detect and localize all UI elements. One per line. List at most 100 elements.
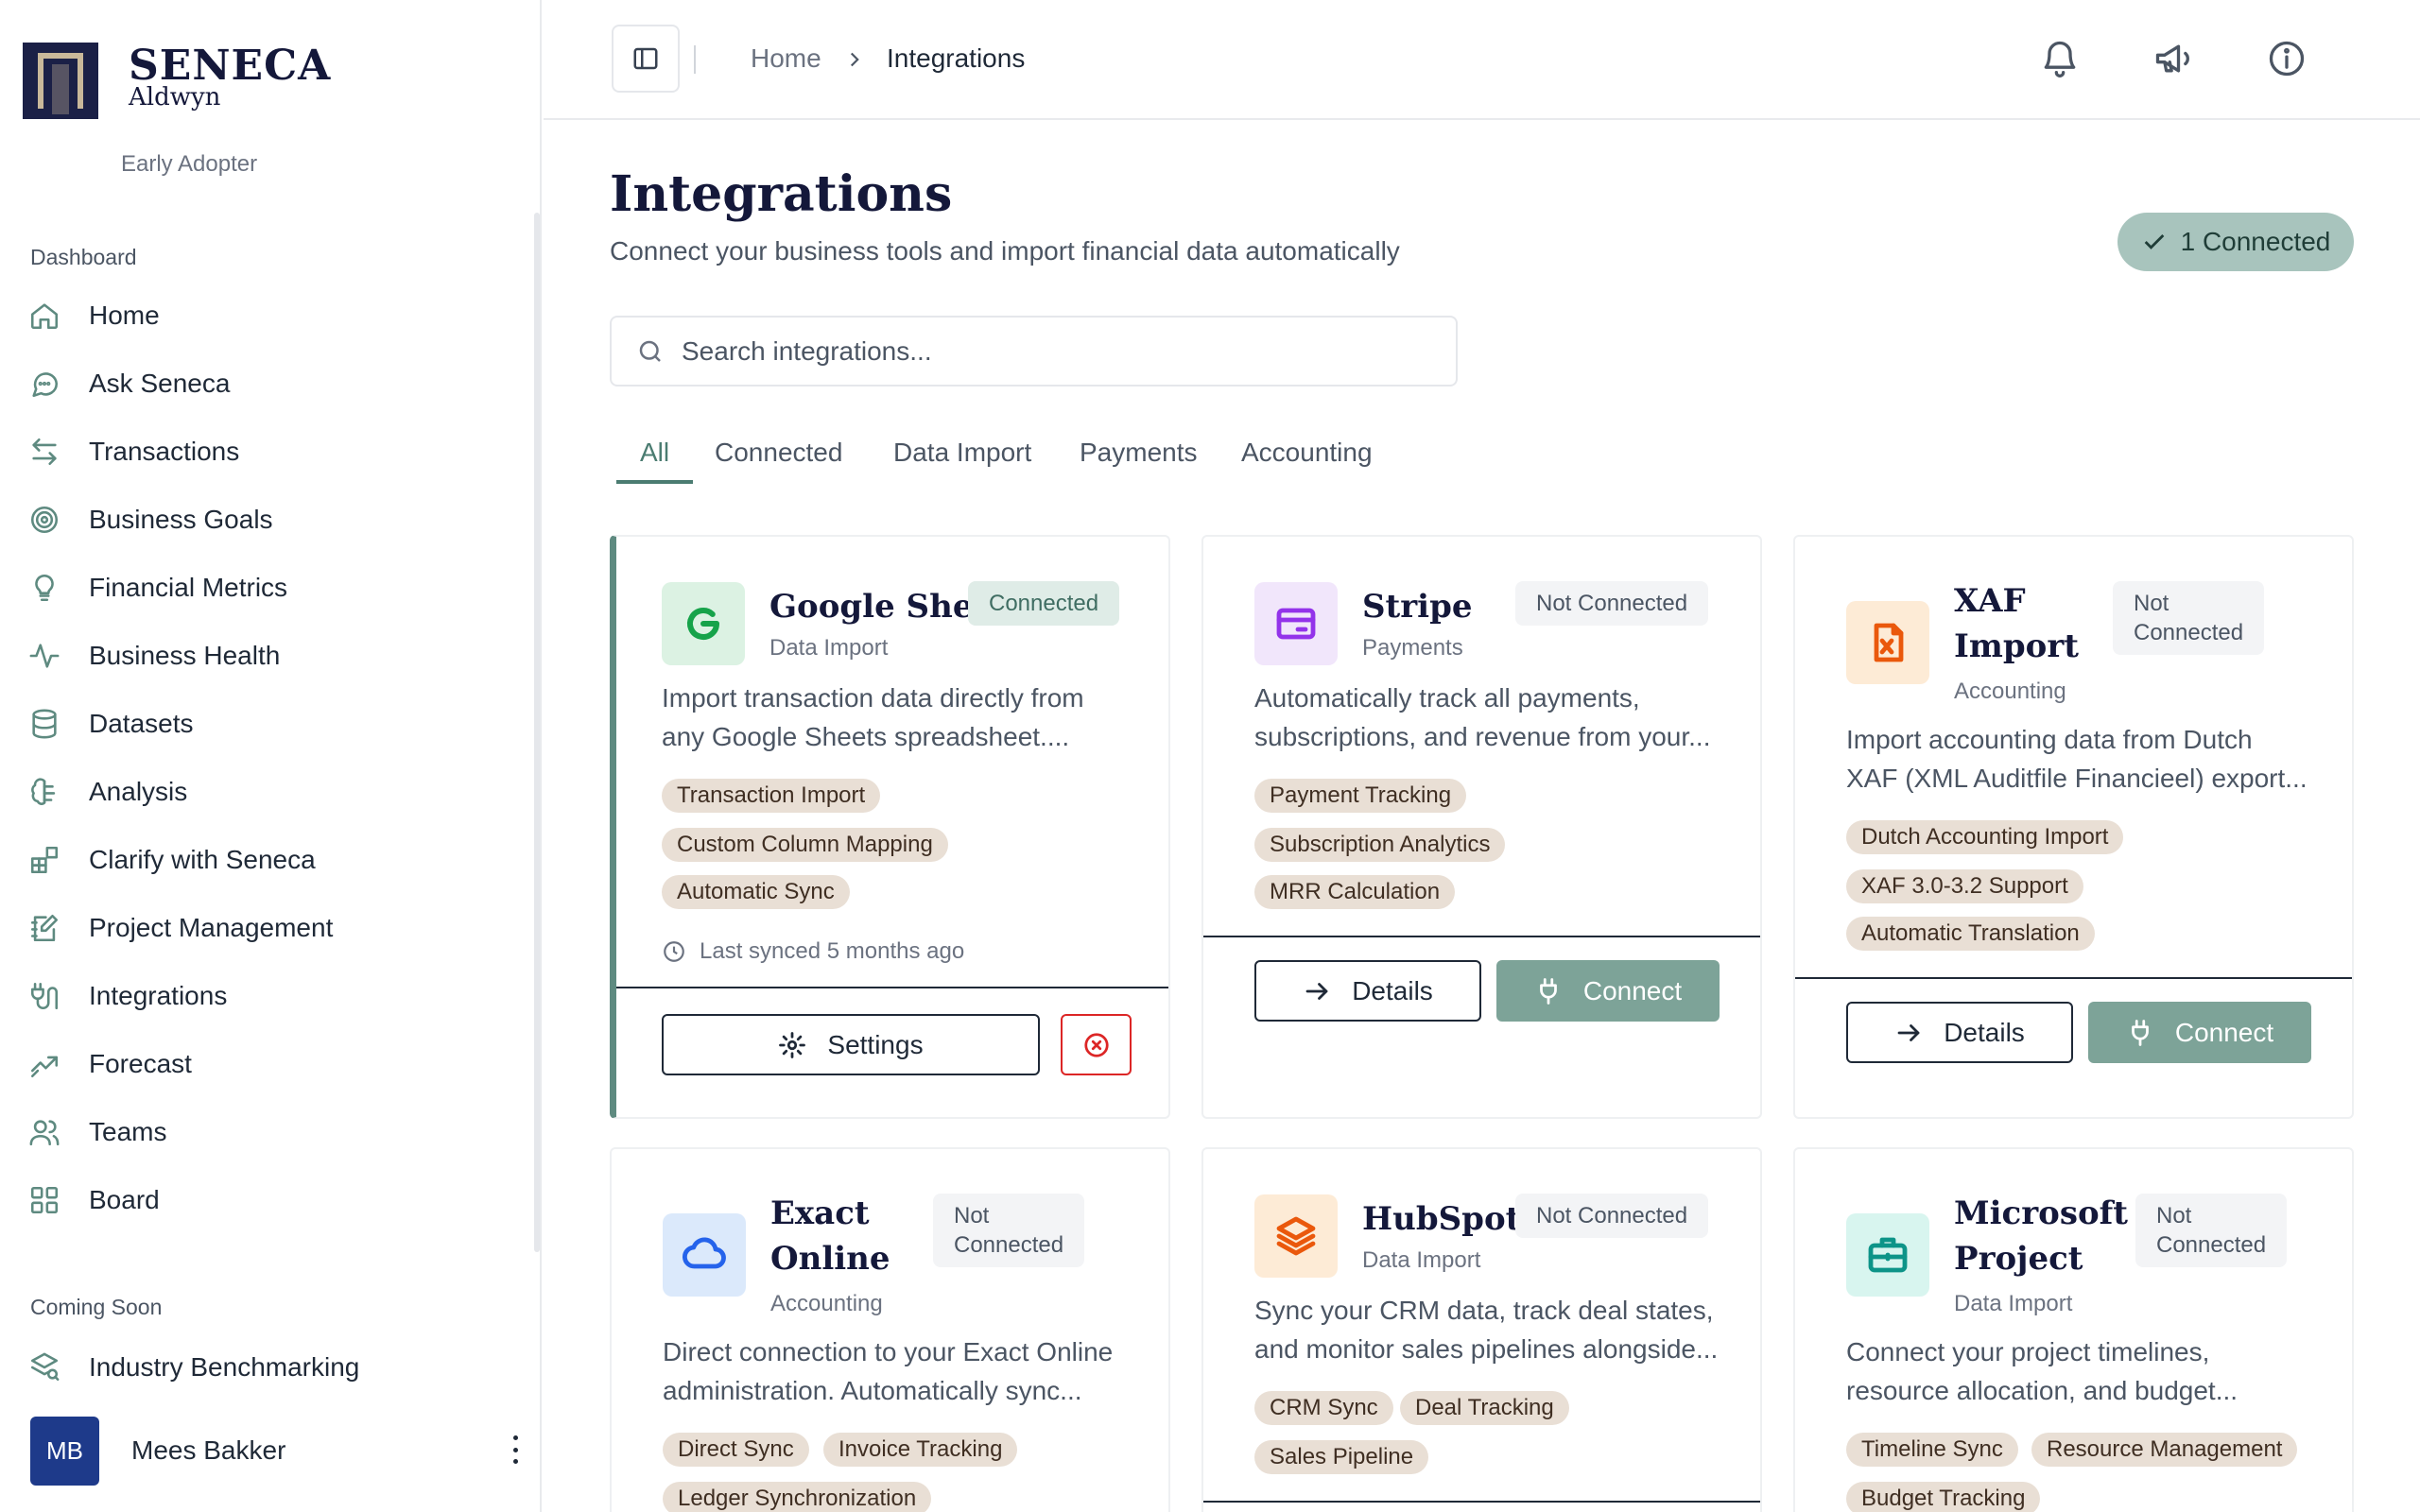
connect-button[interactable]: Connect bbox=[2088, 1002, 2311, 1063]
card-category: Data Import bbox=[1362, 1247, 1481, 1273]
card-category: Data Import bbox=[1954, 1291, 2073, 1316]
sidebar-item-transactions[interactable]: Transactions bbox=[28, 425, 501, 478]
connected-count-badge[interactable]: 1 Connected bbox=[2118, 213, 2354, 271]
last-synced: Last synced 5 months ago bbox=[662, 938, 964, 965]
card-description-line: resource allocation, and budget... bbox=[1846, 1376, 2238, 1405]
integration-card-google-sheets: Google Sheets Data Import Connected Impo… bbox=[610, 535, 1170, 1119]
credit-card-icon bbox=[1276, 608, 1316, 640]
connect-button[interactable]: Connect bbox=[1496, 960, 1720, 1022]
notifications-button[interactable] bbox=[2039, 38, 2081, 79]
feature-tag: Sales Pipeline bbox=[1254, 1440, 1429, 1474]
sidebar-item-home[interactable]: Home bbox=[28, 289, 501, 342]
more-options-icon[interactable] bbox=[509, 1435, 522, 1464]
card-divider bbox=[1203, 936, 1760, 937]
tab-connected[interactable]: Connected bbox=[715, 438, 842, 468]
feature-tag: Budget Tracking bbox=[1846, 1482, 2041, 1512]
search-input[interactable] bbox=[682, 335, 1419, 367]
sidebar-item-label: Analysis bbox=[89, 777, 188, 806]
status-badge: Connected bbox=[968, 581, 1120, 626]
card-category: Payments bbox=[1362, 635, 1463, 661]
disconnect-button[interactable] bbox=[1061, 1014, 1132, 1075]
sidebar-item-label: Transactions bbox=[89, 437, 240, 466]
stripe-logo bbox=[1254, 582, 1338, 665]
tab-payments[interactable]: Payments bbox=[1080, 438, 1198, 468]
sidebar-item-financial-metrics[interactable]: Financial Metrics bbox=[28, 561, 501, 614]
settings-label: Settings bbox=[827, 1029, 924, 1059]
users-icon bbox=[29, 1120, 60, 1146]
integration-card-microsoft-project: Microsoft Project Data Import Not Connec… bbox=[1793, 1147, 2354, 1512]
layers-icon bbox=[1276, 1216, 1316, 1256]
sidebar-item-label: Business Goals bbox=[89, 505, 273, 534]
sidebar-item-datasets[interactable]: Datasets bbox=[28, 697, 501, 750]
info-button[interactable] bbox=[2266, 38, 2308, 79]
connect-label: Connect bbox=[2174, 1017, 2274, 1047]
megaphone-icon bbox=[2155, 44, 2189, 73]
feature-tag: Subscription Analytics bbox=[1254, 828, 1506, 862]
status-badge: Not Connected bbox=[933, 1194, 1085, 1267]
details-label: Details bbox=[1944, 1017, 2025, 1047]
tab-accounting[interactable]: Accounting bbox=[1241, 438, 1373, 468]
sidebar-item-label: Project Management bbox=[89, 913, 334, 942]
sidebar-item-analysis[interactable]: Analysis bbox=[28, 765, 501, 818]
plug-icon bbox=[1539, 977, 1557, 1005]
google-g-icon bbox=[687, 608, 719, 640]
sidebar-item-integrations[interactable]: Integrations bbox=[28, 970, 501, 1022]
announcements-button[interactable] bbox=[2152, 38, 2194, 79]
card-title-line: XAF bbox=[1954, 582, 2026, 620]
card-description: Connect your project timelines, resource… bbox=[1846, 1332, 2319, 1410]
sidebar-item-clarify[interactable]: Clarify with Seneca bbox=[28, 833, 501, 886]
integration-card-exact-online: Exact Online Accounting Not Connected Di… bbox=[610, 1147, 1170, 1512]
tab-all[interactable]: All bbox=[640, 438, 669, 468]
sidebar-item-board[interactable]: Board bbox=[28, 1174, 501, 1227]
pulse-icon bbox=[29, 644, 60, 668]
search-icon bbox=[639, 340, 661, 362]
trend-icon bbox=[30, 1056, 59, 1078]
sidebar-item-industry-benchmarking[interactable]: Industry Benchmarking bbox=[28, 1341, 501, 1394]
details-button[interactable]: Details bbox=[1254, 960, 1481, 1022]
card-description-line: XAF (XML Auditfile Financieel) export... bbox=[1846, 764, 2308, 793]
sidebar-item-business-goals[interactable]: Business Goals bbox=[28, 493, 501, 546]
page-subtitle: Connect your business tools and import f… bbox=[610, 236, 1400, 266]
clock-icon bbox=[664, 941, 684, 962]
integration-card-stripe: Stripe Payments Not Connected Automatica… bbox=[1201, 535, 1762, 1119]
arrows-icon bbox=[32, 438, 57, 466]
feature-tag: XAF 3.0-3.2 Support bbox=[1846, 869, 2083, 903]
card-title: Stripe bbox=[1362, 588, 1473, 626]
sidebar-item-project-management[interactable]: Project Management bbox=[28, 902, 501, 954]
blocks-icon bbox=[30, 846, 59, 874]
brand-logo[interactable] bbox=[23, 43, 98, 119]
tab-data-import[interactable]: Data Import bbox=[893, 438, 1031, 468]
card-title: HubSpot bbox=[1362, 1200, 1521, 1238]
sidebar-item-teams[interactable]: Teams bbox=[28, 1106, 501, 1159]
sidebar-toggle-button[interactable] bbox=[612, 25, 680, 93]
sidebar-item-label: Clarify with Seneca bbox=[89, 845, 316, 874]
user-name: Mees Bakker bbox=[131, 1435, 286, 1465]
feature-tag: Ledger Synchronization bbox=[663, 1482, 932, 1512]
card-description: Sync your CRM data, track deal states, a… bbox=[1254, 1291, 1727, 1368]
status-line: Not bbox=[2134, 591, 2169, 616]
card-title-line: Online bbox=[770, 1240, 890, 1278]
sidebar-item-label: Teams bbox=[89, 1117, 167, 1146]
card-description: Import transaction data directly from an… bbox=[662, 679, 1134, 756]
card-title-line: Project bbox=[1954, 1240, 2083, 1278]
card-description-line: Import accounting data from Dutch bbox=[1846, 725, 2253, 754]
sidebar-scrollbar[interactable] bbox=[534, 213, 540, 1252]
details-button[interactable]: Details bbox=[1846, 1002, 2073, 1063]
database-icon bbox=[32, 709, 57, 739]
status-badge: Not Connected bbox=[2113, 581, 2265, 655]
sidebar-item-ask-seneca[interactable]: Ask Seneca bbox=[28, 357, 501, 410]
settings-button[interactable]: Settings bbox=[662, 1014, 1040, 1075]
card-category: Accounting bbox=[770, 1291, 883, 1316]
chat-icon bbox=[32, 372, 59, 398]
card-description-line: any Google Sheets spreadsheet.... bbox=[662, 722, 1070, 751]
status-line: Not bbox=[954, 1203, 990, 1228]
card-description-line: subscriptions, and revenue from your... bbox=[1254, 722, 1711, 751]
breadcrumb-home[interactable]: Home bbox=[751, 43, 821, 74]
user-profile[interactable]: MB Mees Bakker bbox=[30, 1415, 522, 1486]
feature-tag: Payment Tracking bbox=[1254, 779, 1467, 813]
sidebar-item-forecast[interactable]: Forecast bbox=[28, 1038, 501, 1091]
active-tab-indicator bbox=[616, 480, 693, 484]
sidebar-item-business-health[interactable]: Business Health bbox=[28, 629, 501, 682]
exact-online-logo bbox=[663, 1213, 746, 1297]
search-box[interactable] bbox=[610, 316, 1458, 387]
